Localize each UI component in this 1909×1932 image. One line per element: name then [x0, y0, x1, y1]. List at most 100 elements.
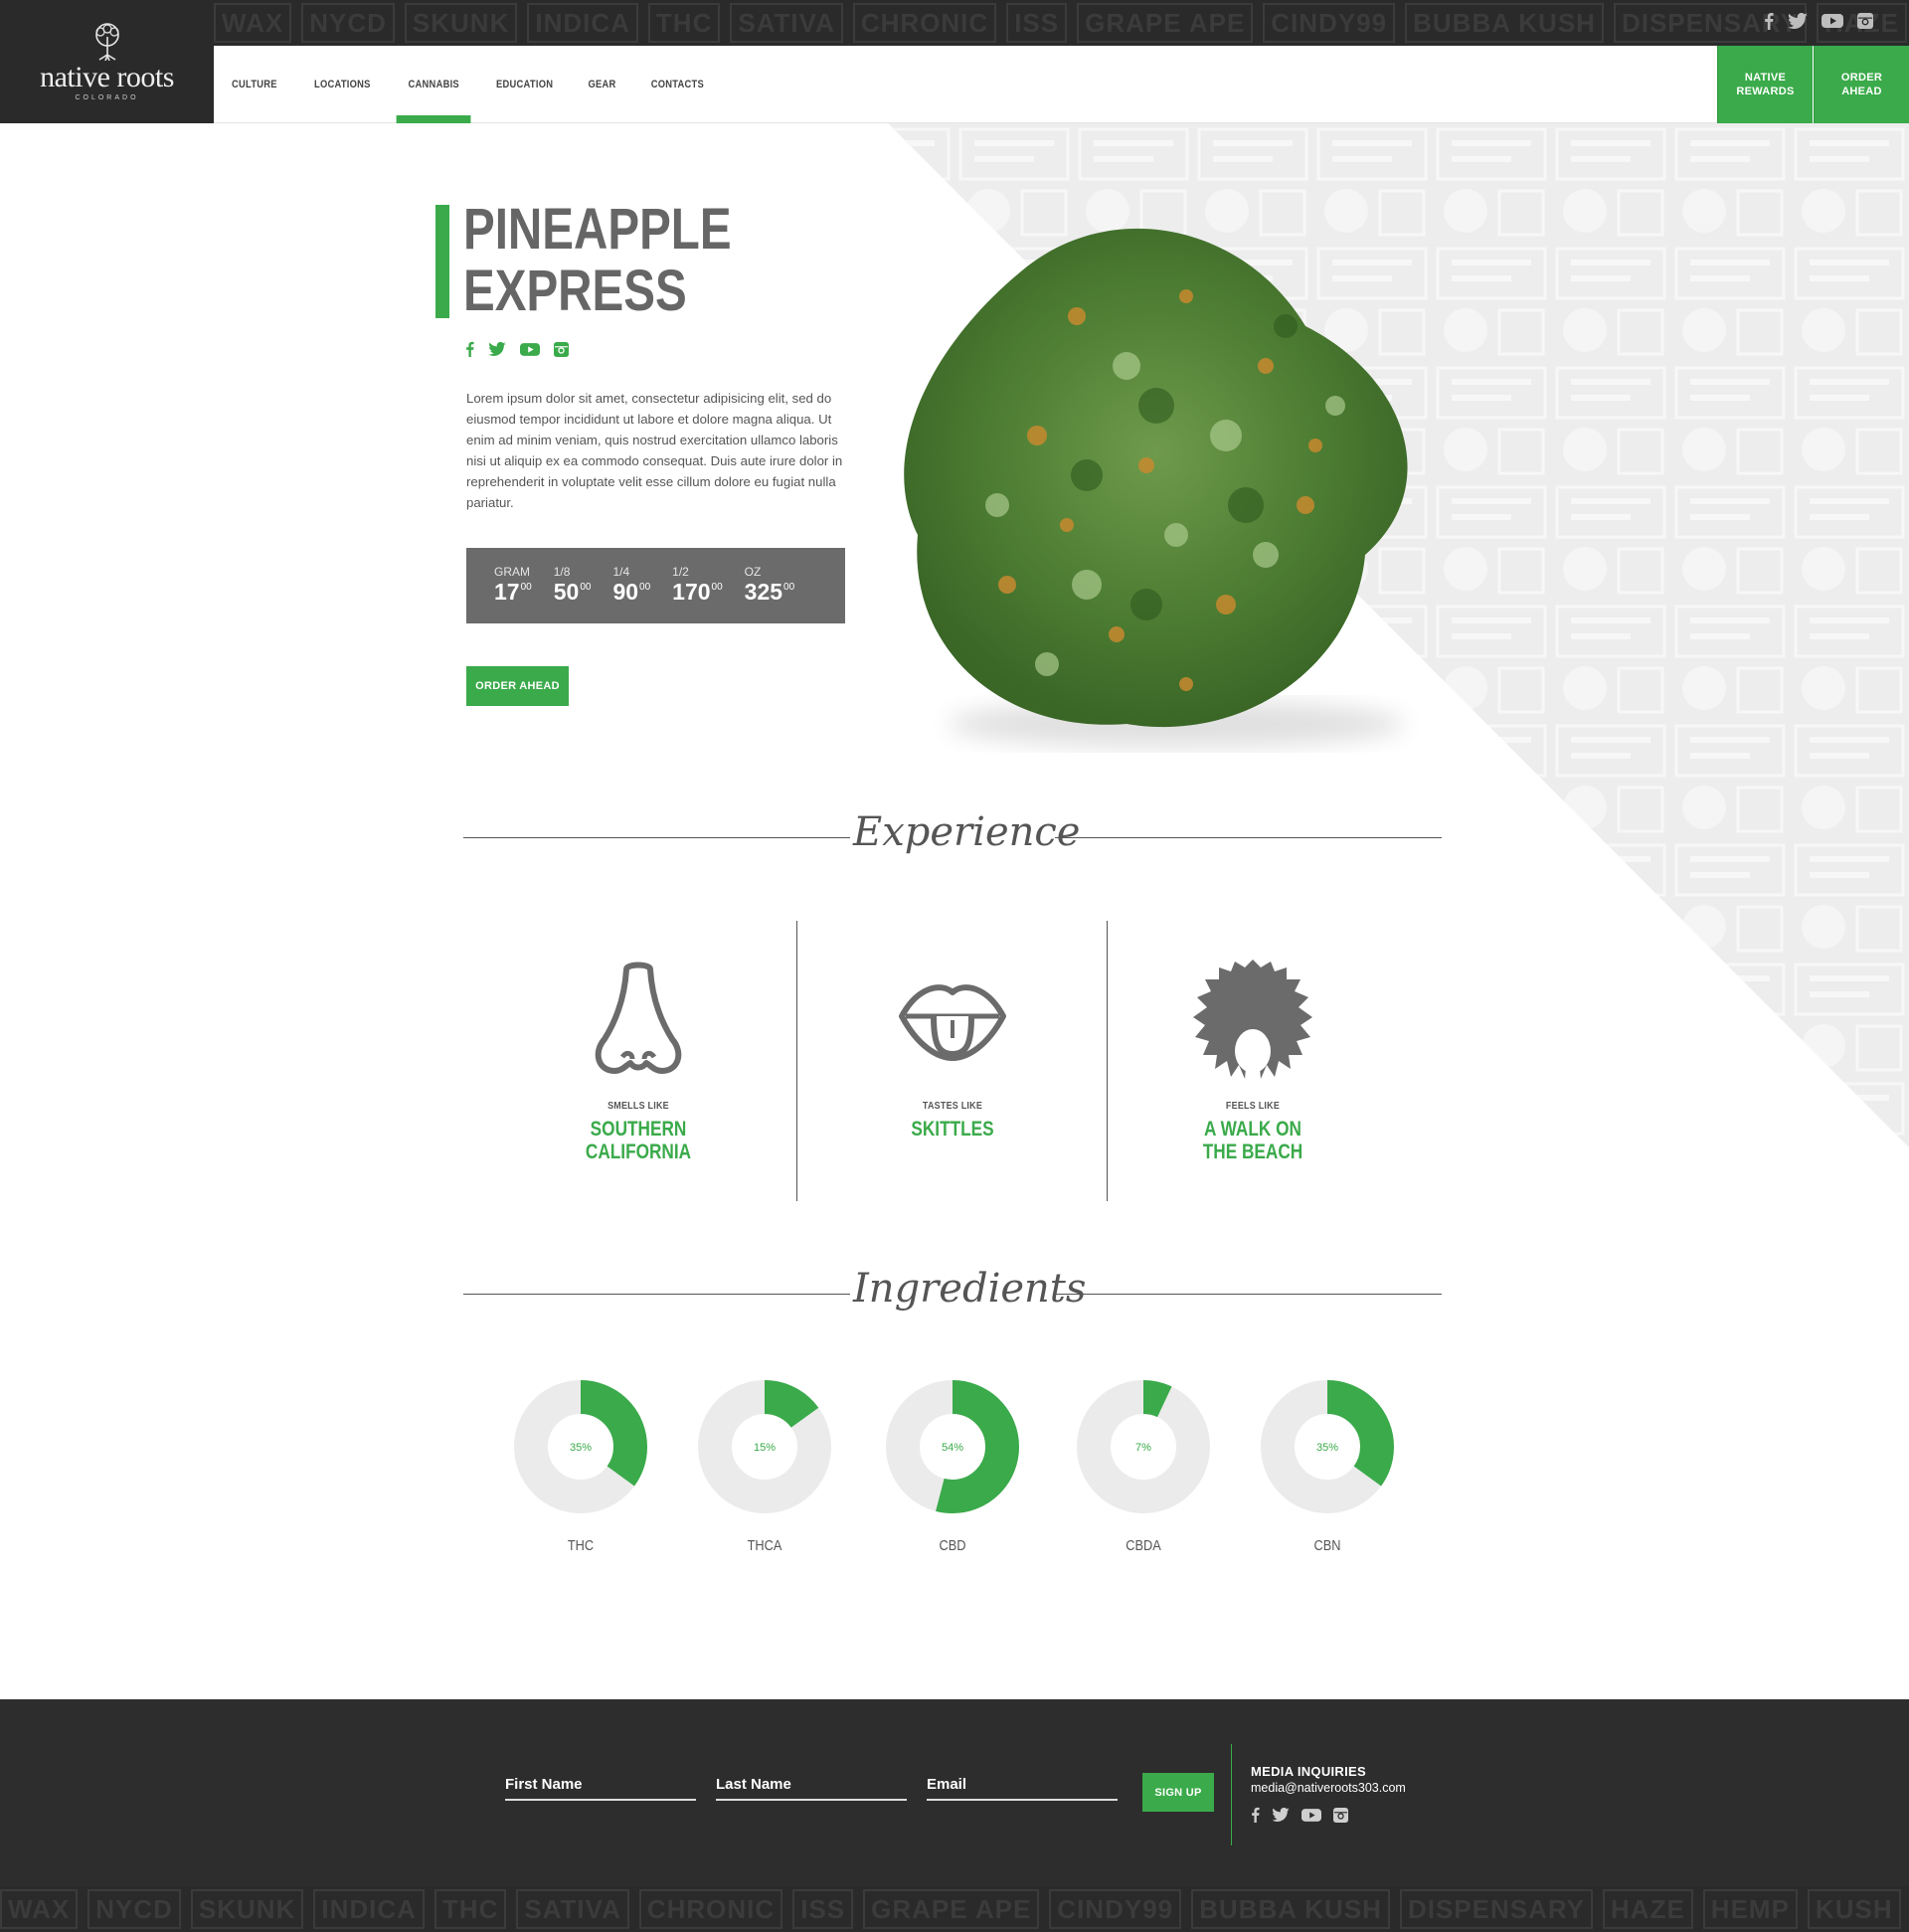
experience-feel: FEELS LIKE A WALK ON THE BEACH	[1124, 955, 1382, 1163]
ingredient-name: THC	[567, 1537, 595, 1554]
pattern-word: CINDY99	[1049, 1889, 1182, 1929]
donut-chart: 15%	[698, 1380, 831, 1513]
pattern-words: WAX NYCD SKUNK INDICA THC SATIVA CHRONIC ISS GRA…	[214, 0, 1909, 46]
price-amount: 325	[744, 579, 783, 605]
donut-chart: 54%	[886, 1380, 1019, 1513]
instagram-icon[interactable]	[1857, 13, 1873, 29]
pattern-word: SKUNK	[190, 1889, 304, 1929]
pattern-word: HEMP	[1702, 1889, 1798, 1929]
experience-taste: TASTES LIKE SKITTLES	[823, 955, 1082, 1141]
product-description: Lorem ipsum dolor sit amet, consectetur …	[466, 391, 843, 510]
media-email-link[interactable]: media@nativeroots303.com	[1251, 1781, 1406, 1795]
price-amount: 17	[494, 579, 520, 605]
last-name-input[interactable]	[716, 1770, 907, 1798]
pattern-word: GRAPE APE	[863, 1889, 1040, 1929]
ingredient-cbda: 7% CBDA	[1074, 1380, 1213, 1554]
twitter-icon[interactable]	[1272, 1807, 1290, 1827]
email-input[interactable]	[927, 1770, 1118, 1798]
pattern-word: DISPENSARY	[1399, 1889, 1594, 1929]
ingredient-thc: 35% THC	[511, 1380, 650, 1554]
feels-like-value: A WALK ON THE BEACH	[1202, 1118, 1303, 1163]
pattern-words: WAX NYCD SKUNK INDICA THC SATIVA CHRONIC ISS GRA…	[0, 1886, 1909, 1932]
section-rule	[463, 837, 850, 838]
order-ahead-nav-label: ORDER AHEAD	[1840, 72, 1883, 97]
pattern-word: THC	[647, 3, 721, 43]
pattern-word: CINDY99	[1263, 3, 1396, 43]
order-ahead-nav-button[interactable]: ORDER AHEAD	[1814, 46, 1909, 123]
ingredient-thca: 15% THCA	[695, 1380, 834, 1554]
youtube-icon[interactable]	[520, 342, 540, 362]
nav-item-cannabis[interactable]: CANNABIS	[396, 46, 471, 123]
ingredient-cbd: 54% CBD	[883, 1380, 1022, 1554]
bottom-pattern-strip: WAX NYCD SKUNK INDICA THC SATIVA CHRONIC ISS GRA…	[0, 1886, 1909, 1932]
instagram-icon[interactable]	[1333, 1807, 1348, 1828]
price-amount: 50	[553, 579, 580, 605]
section-rule	[1055, 1294, 1442, 1295]
nav-item-culture[interactable]: CULTURE	[220, 46, 289, 123]
price-gram: GRAM 1700	[494, 565, 532, 623]
donut-percent-label: 35%	[1316, 1442, 1338, 1454]
tastes-like-value: SKITTLES	[911, 1118, 994, 1141]
price-unit: GRAM	[494, 565, 530, 579]
nav-item-gear[interactable]: GEAR	[577, 46, 628, 123]
twitter-icon[interactable]	[1788, 13, 1808, 29]
nose-icon	[509, 955, 768, 1084]
logo-subtitle: COLORADO	[75, 93, 139, 101]
nav-menu: CULTURE LOCATIONS CANNABIS EDUCATION GEA…	[214, 46, 723, 123]
section-rule	[1055, 837, 1442, 838]
product-bud-image	[904, 228, 1408, 748]
price-ounce: OZ 32500	[745, 565, 795, 623]
pattern-word: SATIVA	[516, 1889, 629, 1929]
donut-chart: 35%	[514, 1380, 647, 1513]
pattern-word: HAZE	[1603, 1889, 1693, 1929]
feels-like-label: FEELS LIKE	[1225, 1100, 1281, 1112]
footer-divider	[1231, 1744, 1232, 1845]
ingredient-name: THCA	[747, 1537, 782, 1554]
price-cents: 00	[639, 582, 651, 593]
tastes-like-label: TASTES LIKE	[922, 1100, 983, 1112]
instagram-icon[interactable]	[554, 341, 569, 362]
main-navigation: CULTURE LOCATIONS CANNABIS EDUCATION GEA…	[214, 46, 1909, 123]
site-logo[interactable]: native roots COLORADO	[0, 0, 214, 123]
price-cents: 00	[711, 582, 723, 593]
pattern-word: INDICA	[527, 3, 638, 43]
youtube-icon[interactable]	[1302, 1808, 1321, 1828]
product-share-links	[465, 341, 569, 362]
tree-logo-icon	[94, 22, 119, 61]
ingredient-cbn: 35% CBN	[1258, 1380, 1397, 1554]
price-unit: OZ	[744, 565, 762, 579]
youtube-icon[interactable]	[1822, 13, 1843, 29]
header-social-links	[1764, 12, 1873, 30]
last-name-field	[716, 1770, 907, 1801]
facebook-icon[interactable]	[1764, 12, 1774, 30]
twitter-icon[interactable]	[488, 341, 506, 361]
nav-item-contacts[interactable]: CONTACTS	[639, 46, 716, 123]
facebook-icon[interactable]	[1251, 1807, 1260, 1828]
logo-wordmark: native roots	[40, 60, 174, 93]
donut-chart: 7%	[1077, 1380, 1210, 1513]
donut-percent-label: 15%	[754, 1442, 776, 1454]
price-cents: 00	[520, 582, 532, 593]
first-name-input[interactable]	[505, 1770, 696, 1798]
smells-like-value: SOUTHERN CALIFORNIA	[585, 1118, 692, 1163]
smells-like-label: SMELLS LIKE	[607, 1100, 669, 1112]
pattern-word: KUSH	[1807, 1889, 1901, 1929]
pattern-word: SKUNK	[404, 3, 518, 43]
sign-up-button[interactable]: SIGN UP	[1142, 1773, 1214, 1812]
nav-item-locations[interactable]: LOCATIONS	[302, 46, 382, 123]
facebook-icon[interactable]	[465, 341, 474, 362]
section-rule	[463, 1294, 850, 1295]
price-unit: 1/2	[672, 565, 689, 579]
media-inquiries-title: MEDIA INQUIRIES	[1251, 1764, 1366, 1779]
native-rewards-label: NATIVE REWARDS	[1736, 72, 1795, 97]
pattern-word: GRAPE APE	[1077, 3, 1254, 43]
order-ahead-button[interactable]: ORDER AHEAD	[466, 666, 569, 706]
pattern-word: WAX	[214, 3, 292, 43]
experience-heading: Experience	[853, 809, 1081, 855]
price-table: GRAM 1700 1/8 5000 1/4 9000 1/2 17000 OZ…	[466, 548, 845, 623]
native-rewards-button[interactable]: NATIVE REWARDS	[1717, 46, 1813, 123]
nav-item-education[interactable]: EDUCATION	[484, 46, 565, 123]
title-accent-bar	[435, 205, 449, 318]
mouth-tongue-icon	[823, 955, 1082, 1084]
price-amount: 90	[612, 579, 639, 605]
